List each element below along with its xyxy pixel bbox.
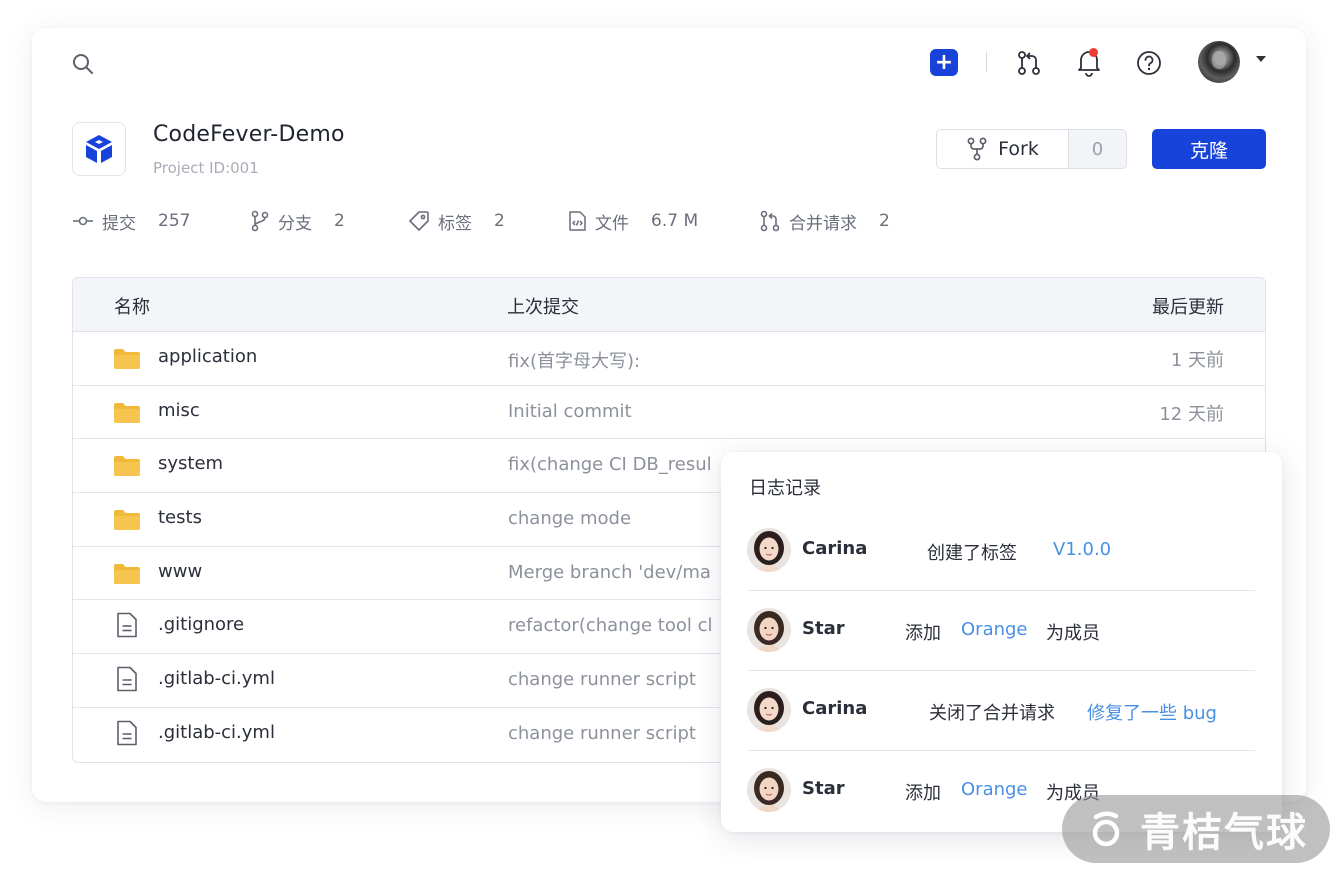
log-link[interactable]: 修复了一些 bug	[1087, 699, 1217, 725]
log-link[interactable]: V1.0.0	[1053, 539, 1111, 560]
project-logo	[72, 122, 126, 176]
column-updated[interactable]: 最后更新	[1152, 293, 1224, 319]
fork-button[interactable]: Fork	[937, 130, 1068, 168]
stat-label: 分支	[278, 213, 312, 234]
balloon-logo-icon	[1086, 809, 1126, 849]
log-action: 创建了标签	[927, 543, 1017, 564]
file-name[interactable]: application	[158, 346, 257, 367]
file-icon	[113, 720, 141, 746]
stat-label: 提交	[102, 213, 136, 234]
stat-value: 2	[334, 211, 345, 231]
add-button[interactable]: +	[930, 49, 958, 76]
file-name[interactable]: www	[158, 561, 202, 582]
fork-count[interactable]: 0	[1068, 130, 1126, 168]
stat-branches[interactable]: 分支 2	[250, 208, 345, 234]
log-item: Carina 创建了标签 V1.0.0	[747, 528, 1255, 608]
stat-commits[interactable]: 提交 257	[72, 208, 190, 234]
stat-files[interactable]: 文件 6.7 M	[567, 208, 698, 234]
table-row[interactable]: misc Initial commit 12 天前	[73, 386, 1265, 440]
tag-icon	[408, 210, 430, 232]
last-commit-message[interactable]: Initial commit	[508, 401, 632, 422]
clone-button[interactable]: 克隆	[1152, 129, 1266, 169]
search-icon[interactable]	[71, 52, 95, 76]
last-commit-message[interactable]: fix(change CI DB_resul	[508, 454, 712, 475]
stat-merge-requests[interactable]: 合并请求 2	[759, 208, 890, 234]
log-action: 添加	[905, 783, 941, 804]
activity-log-panel: 日志记录 Carina 创建了标签 V1.0.0 Star 添加 Orange 为成员 Car…	[721, 452, 1282, 832]
log-divider	[748, 750, 1255, 751]
chevron-down-icon[interactable]	[1256, 56, 1266, 62]
log-action: 关闭了合并请求	[929, 703, 1055, 724]
log-action-suffix: 为成员	[1046, 623, 1100, 644]
last-commit-message[interactable]: change runner script	[508, 669, 696, 690]
merge-request-icon[interactable]	[1015, 49, 1043, 77]
file-icon	[113, 666, 141, 692]
watermark-text: 青桔气球	[1140, 810, 1308, 856]
watermark: 青桔气球	[1062, 795, 1330, 863]
last-commit-message[interactable]: change runner script	[508, 723, 696, 744]
log-title: 日志记录	[749, 478, 821, 499]
folder-icon	[113, 347, 141, 371]
last-commit-message[interactable]: change mode	[508, 508, 631, 529]
file-icon	[113, 613, 141, 638]
log-action: 添加	[905, 623, 941, 644]
stat-value: 2	[494, 211, 505, 231]
log-user[interactable]: Star	[802, 778, 845, 799]
folder-icon	[113, 562, 141, 586]
last-commit-message[interactable]: Merge branch 'dev/ma	[508, 562, 711, 583]
file-name[interactable]: misc	[158, 400, 200, 421]
stat-label: 标签	[438, 213, 472, 234]
last-commit-message[interactable]: fix(首字母大写):	[508, 347, 640, 373]
last-updated: 1 天前	[1170, 350, 1224, 371]
merge-request-icon	[759, 210, 781, 232]
stat-tags[interactable]: 标签 2	[408, 208, 505, 234]
fork-icon	[966, 137, 988, 161]
project-title: CodeFever-Demo	[153, 122, 345, 147]
file-name[interactable]: .gitlab-ci.yml	[158, 668, 275, 689]
stat-value: 257	[158, 211, 191, 231]
branch-icon	[250, 210, 270, 232]
table-row[interactable]: application fix(首字母大写): 1 天前	[73, 332, 1265, 386]
user-avatar[interactable]	[1198, 41, 1240, 83]
toolbar-divider	[986, 52, 987, 72]
project-id: Project ID:001	[153, 159, 259, 177]
last-commit-message[interactable]: refactor(change tool cl	[508, 615, 713, 636]
table-header: 名称 上次提交 最后更新	[73, 278, 1265, 332]
log-link[interactable]: Orange	[961, 619, 1028, 640]
avatar[interactable]	[747, 608, 791, 652]
log-user[interactable]: Carina	[802, 698, 867, 719]
column-last-commit[interactable]: 上次提交	[507, 293, 579, 319]
file-name[interactable]: system	[158, 453, 223, 474]
fork-button-group[interactable]: Fork 0	[936, 129, 1127, 169]
stat-label: 文件	[595, 213, 629, 234]
file-name[interactable]: .gitlab-ci.yml	[158, 722, 275, 743]
help-icon[interactable]	[1135, 49, 1163, 77]
fork-label: Fork	[998, 138, 1039, 160]
log-divider	[748, 670, 1255, 671]
stat-value: 2	[879, 211, 890, 231]
log-link[interactable]: Orange	[961, 779, 1028, 800]
stat-value: 6.7 M	[651, 211, 699, 231]
avatar[interactable]	[747, 688, 791, 732]
file-code-icon	[567, 210, 587, 232]
commit-icon	[72, 213, 94, 229]
avatar[interactable]	[747, 768, 791, 812]
last-updated: 12 天前	[1159, 403, 1224, 425]
log-user[interactable]: Carina	[802, 538, 867, 559]
log-item: Carina 关闭了合并请求 修复了一些 bug	[747, 688, 1255, 768]
avatar[interactable]	[747, 528, 791, 572]
file-name[interactable]: .gitignore	[158, 614, 244, 635]
folder-icon	[113, 454, 141, 478]
log-user[interactable]: Star	[802, 618, 845, 639]
column-name[interactable]: 名称	[114, 293, 150, 319]
notification-dot	[1089, 48, 1098, 57]
folder-icon	[113, 401, 141, 425]
log-item: Star 添加 Orange 为成员	[747, 608, 1255, 688]
log-divider	[748, 590, 1255, 591]
stat-label: 合并请求	[789, 213, 857, 234]
file-name[interactable]: tests	[158, 507, 202, 528]
folder-icon	[113, 508, 141, 532]
